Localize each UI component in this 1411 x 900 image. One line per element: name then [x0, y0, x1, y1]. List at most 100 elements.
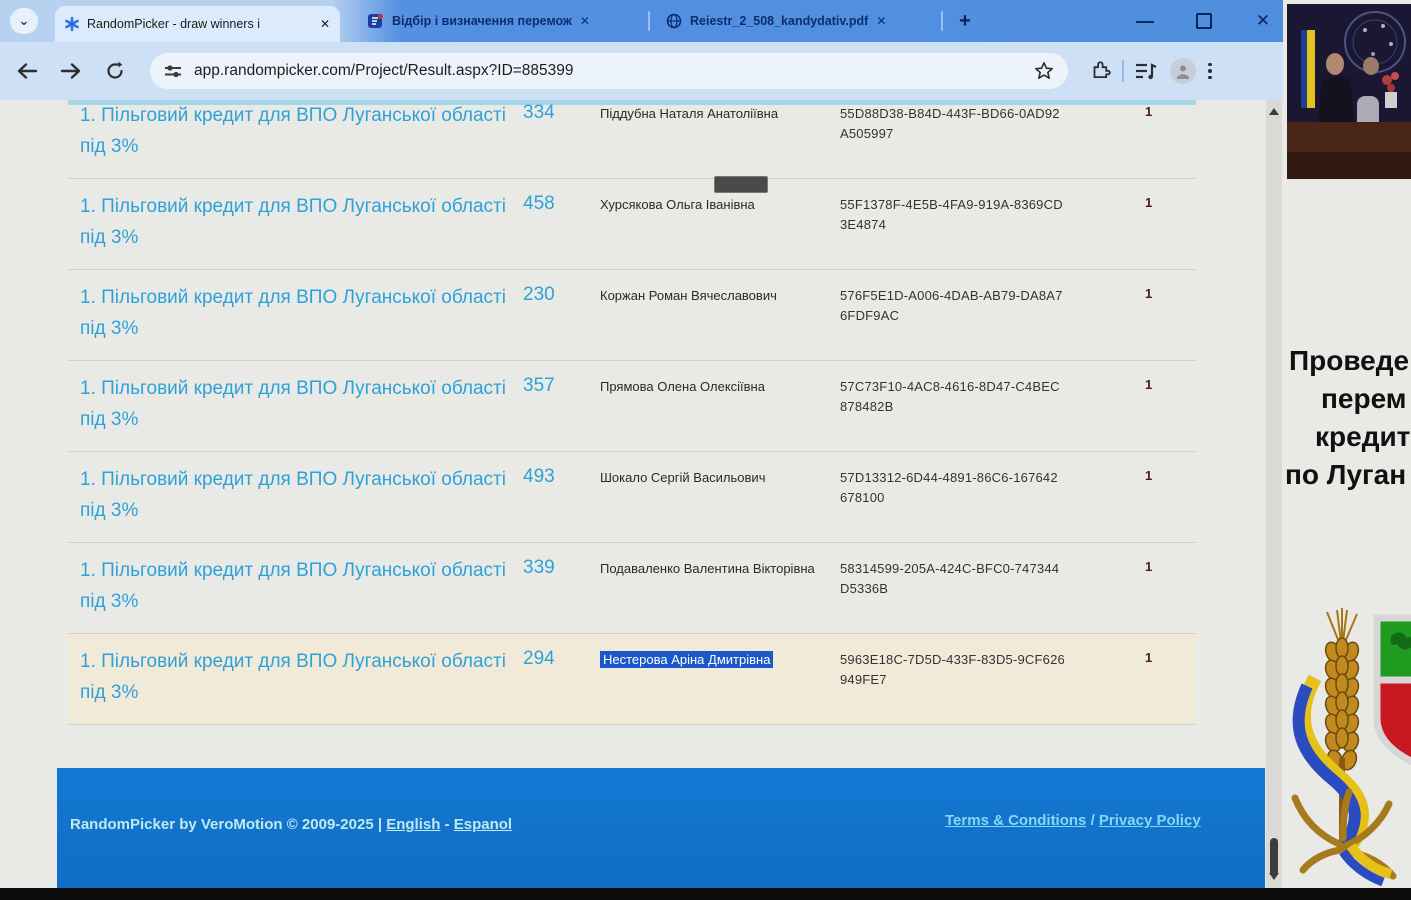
ticket-number: 294 — [508, 634, 585, 724]
tooltip — [714, 176, 768, 193]
slide-title-line: Проведе — [1283, 342, 1411, 380]
flag-icon — [1301, 30, 1307, 108]
table-row: 1. Пільговий кредит для ВПО Луганської о… — [68, 100, 1196, 179]
project-cell: 1. Пільговий кредит для ВПО Луганської о… — [68, 100, 508, 178]
maximize-icon — [1196, 13, 1212, 29]
tab-search-button[interactable]: ⌄ — [10, 8, 38, 34]
page-footer: RandomPicker by VeroMotion © 2009-2025 |… — [57, 768, 1265, 888]
entry-code: 58314599-205A-424C-BFC0-747344D5336B — [840, 559, 1065, 599]
profile-avatar[interactable] — [1170, 58, 1196, 84]
wins-count: 1 — [1125, 543, 1181, 633]
winner-name: Піддубна Наталя Анатоліївна — [585, 100, 825, 178]
entry-code: 57D13312-6D44-4891-86C6-167642678100 — [840, 468, 1065, 508]
app-favicon-icon — [368, 13, 384, 29]
presentation-slide: Проведе перем кредит по Луган — [1283, 0, 1411, 888]
scroll-down-icon[interactable] — [1269, 873, 1279, 880]
footer-area: RandomPicker by VeroMotion © 2009-2025 |… — [0, 768, 1283, 888]
project-cell: 1. Пільговий кредит для ВПО Луганської о… — [68, 179, 508, 269]
table-rows: 1. Пільговий кредит для ВПО Луганської о… — [68, 100, 1196, 725]
wins-count: 1 — [1125, 179, 1181, 269]
forward-button[interactable] — [54, 54, 88, 88]
person-icon — [1175, 63, 1191, 79]
privacy-link[interactable]: Privacy Policy — [1099, 812, 1201, 829]
browser-toolbar: app.randompicker.com/Project/Result.aspx… — [0, 42, 1283, 100]
back-button[interactable] — [10, 54, 44, 88]
extensions-icon[interactable] — [1090, 60, 1112, 82]
entry-code-cell: 55F1378F-4E5B-4FA9-919A-8369CD3E4874 — [825, 179, 1125, 269]
scrollbar-thumb[interactable] — [1270, 838, 1278, 876]
ticket-number: 493 — [508, 452, 585, 542]
entry-code-cell: 58314599-205A-424C-BFC0-747344D5336B — [825, 543, 1125, 633]
globe-favicon-icon — [666, 13, 682, 29]
tab-vidbir[interactable]: Відбір і визначення перемож ✕ — [360, 0, 640, 42]
table-row: 1. Пільговий кредит для ВПО Луганської о… — [68, 634, 1196, 725]
scrollbar[interactable] — [1266, 100, 1282, 888]
tab-randompicker[interactable]: RandomPicker - draw winners i ✕ — [55, 6, 340, 42]
entry-code: 57C73F10-4AC8-4616-8D47-C4BEC878482B — [840, 377, 1065, 417]
slide-title-line: перем — [1283, 380, 1411, 418]
window-close-button[interactable]: ✕ — [1240, 0, 1286, 42]
tab-close-icon[interactable]: ✕ — [580, 14, 590, 28]
screen-bezel — [0, 888, 1411, 900]
entry-code-cell: 57C73F10-4AC8-4616-8D47-C4BEC878482B — [825, 361, 1125, 451]
project-cell: 1. Пільговий кредит для ВПО Луганської о… — [68, 634, 508, 724]
winner-name: Шокало Сергій Васильович — [585, 452, 825, 542]
browser-window: ⌄ RandomPicker - draw winners i ✕ Відбір… — [0, 0, 1283, 888]
tab-title: Відбір і визначення перемож — [392, 14, 572, 28]
entry-code-cell: 576F5E1D-A006-4DAB-AB79-DA8A76FDF9AC — [825, 270, 1125, 360]
tab-separator — [648, 11, 650, 31]
ticket-number: 458 — [508, 179, 585, 269]
window-minimize-button[interactable]: — — [1122, 0, 1168, 42]
entry-code: 576F5E1D-A006-4DAB-AB79-DA8A76FDF9AC — [840, 286, 1065, 326]
table-row: 1. Пільговий кредит для ВПО Луганської о… — [68, 361, 1196, 452]
entry-code-cell: 5963E18C-7D5D-433F-83D5-9CF626949FE7 — [825, 634, 1125, 724]
espanol-link[interactable]: Espanol — [454, 816, 512, 833]
project-cell: 1. Пільговий кредит для ВПО Луганської о… — [68, 543, 508, 633]
tab-separator — [941, 11, 943, 31]
winner-name: Прямова Олена Олексіївна — [585, 361, 825, 451]
bookmark-star-icon[interactable] — [1034, 61, 1054, 81]
ticket-number: 230 — [508, 270, 585, 360]
project-cell: 1. Пільговий кредит для ВПО Луганської о… — [68, 270, 508, 360]
entry-code: 55F1378F-4E5B-4FA9-919A-8369CD3E4874 — [840, 195, 1065, 235]
ticket-number: 334 — [508, 100, 585, 178]
scroll-up-icon[interactable] — [1269, 108, 1279, 115]
site-info-icon[interactable] — [164, 63, 182, 79]
coat-of-arms-icon — [1287, 608, 1411, 893]
wins-count: 1 — [1125, 270, 1181, 360]
terms-link[interactable]: Terms & Conditions — [945, 812, 1086, 829]
browser-menu-button[interactable] — [1208, 63, 1212, 80]
legal-separator: / — [1086, 812, 1099, 829]
address-bar[interactable]: app.randompicker.com/Project/Result.aspx… — [150, 53, 1068, 89]
tab-close-icon[interactable]: ✕ — [320, 17, 330, 31]
table-row: 1. Пільговий кредит для ВПО Луганської о… — [68, 543, 1196, 634]
english-link[interactable]: English — [386, 816, 440, 833]
forward-arrow-icon — [60, 62, 82, 80]
toolbar-separator — [1122, 60, 1124, 82]
sidebar-icon[interactable] — [1134, 61, 1158, 81]
table-row: 1. Пільговий кредит для ВПО Луганської о… — [68, 179, 1196, 270]
tab-pdf[interactable]: Reiestr_2_508_kandydativ.pdf ✕ — [658, 0, 936, 42]
winner-name: Подаваленко Валентина Вікторівна — [585, 543, 825, 633]
lang-separator: - — [440, 816, 453, 833]
winner-name: Нестерова Аріна Дмитрівна — [585, 634, 825, 724]
ticket-number: 339 — [508, 543, 585, 633]
url-text[interactable]: app.randompicker.com/Project/Result.aspx… — [194, 62, 1022, 80]
results-page: 1. Пільговий кредит для ВПО Луганської о… — [0, 100, 1283, 768]
project-cell: 1. Пільговий кредит для ВПО Луганської о… — [68, 361, 508, 451]
reload-button[interactable] — [98, 54, 132, 88]
tab-title: Reiestr_2_508_kandydativ.pdf — [690, 14, 868, 28]
window-maximize-button[interactable] — [1181, 0, 1227, 42]
slide-title-line: кредит — [1283, 418, 1411, 456]
entry-code: 5963E18C-7D5D-433F-83D5-9CF626949FE7 — [840, 650, 1065, 690]
slide-title-line: по Луган — [1283, 456, 1411, 494]
tab-close-icon[interactable]: ✕ — [876, 14, 886, 28]
wins-count: 1 — [1125, 452, 1181, 542]
entry-code-cell: 57D13312-6D44-4891-86C6-167642678100 — [825, 452, 1125, 542]
toolbar-right-icons — [1090, 53, 1224, 89]
video-thumbnail — [1287, 4, 1411, 179]
table-row: 1. Пільговий кредит для ВПО Луганської о… — [68, 452, 1196, 543]
winner-name: Коржан Роман Вячеславович — [585, 270, 825, 360]
wins-count: 1 — [1125, 634, 1181, 724]
new-tab-button[interactable]: + — [952, 8, 978, 34]
